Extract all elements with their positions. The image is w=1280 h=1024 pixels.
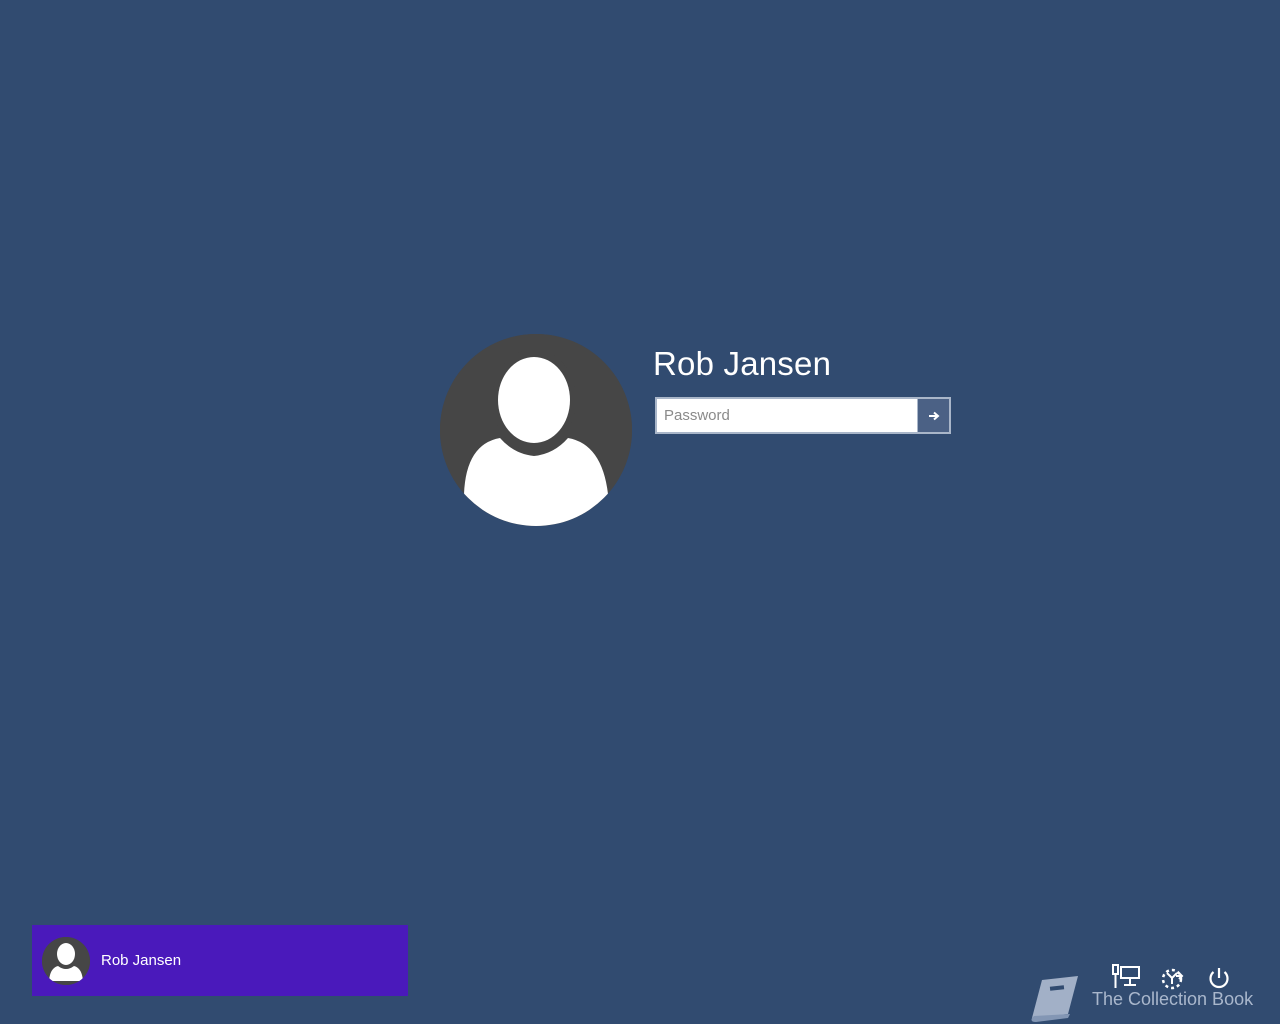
user-tile-avatar (42, 936, 90, 985)
watermark-text: The Collection Book (1092, 989, 1254, 1009)
lock-screen: Rob Jansen Rob Jansen The Collection Boo… (0, 0, 1280, 1024)
user-silhouette-icon (440, 334, 632, 526)
user-tile-name: Rob Jansen (101, 952, 182, 969)
password-field (655, 397, 951, 434)
watermark: The Collection Book (1028, 974, 1268, 1024)
user-avatar (440, 334, 632, 526)
book-icon (1031, 976, 1078, 1022)
user-silhouette-icon (42, 936, 90, 985)
user-name-heading: Rob Jansen (653, 345, 832, 382)
password-input[interactable] (657, 399, 917, 432)
arrow-right-icon (928, 411, 940, 420)
submit-button[interactable] (917, 399, 949, 432)
user-tile[interactable]: Rob Jansen (32, 925, 408, 996)
